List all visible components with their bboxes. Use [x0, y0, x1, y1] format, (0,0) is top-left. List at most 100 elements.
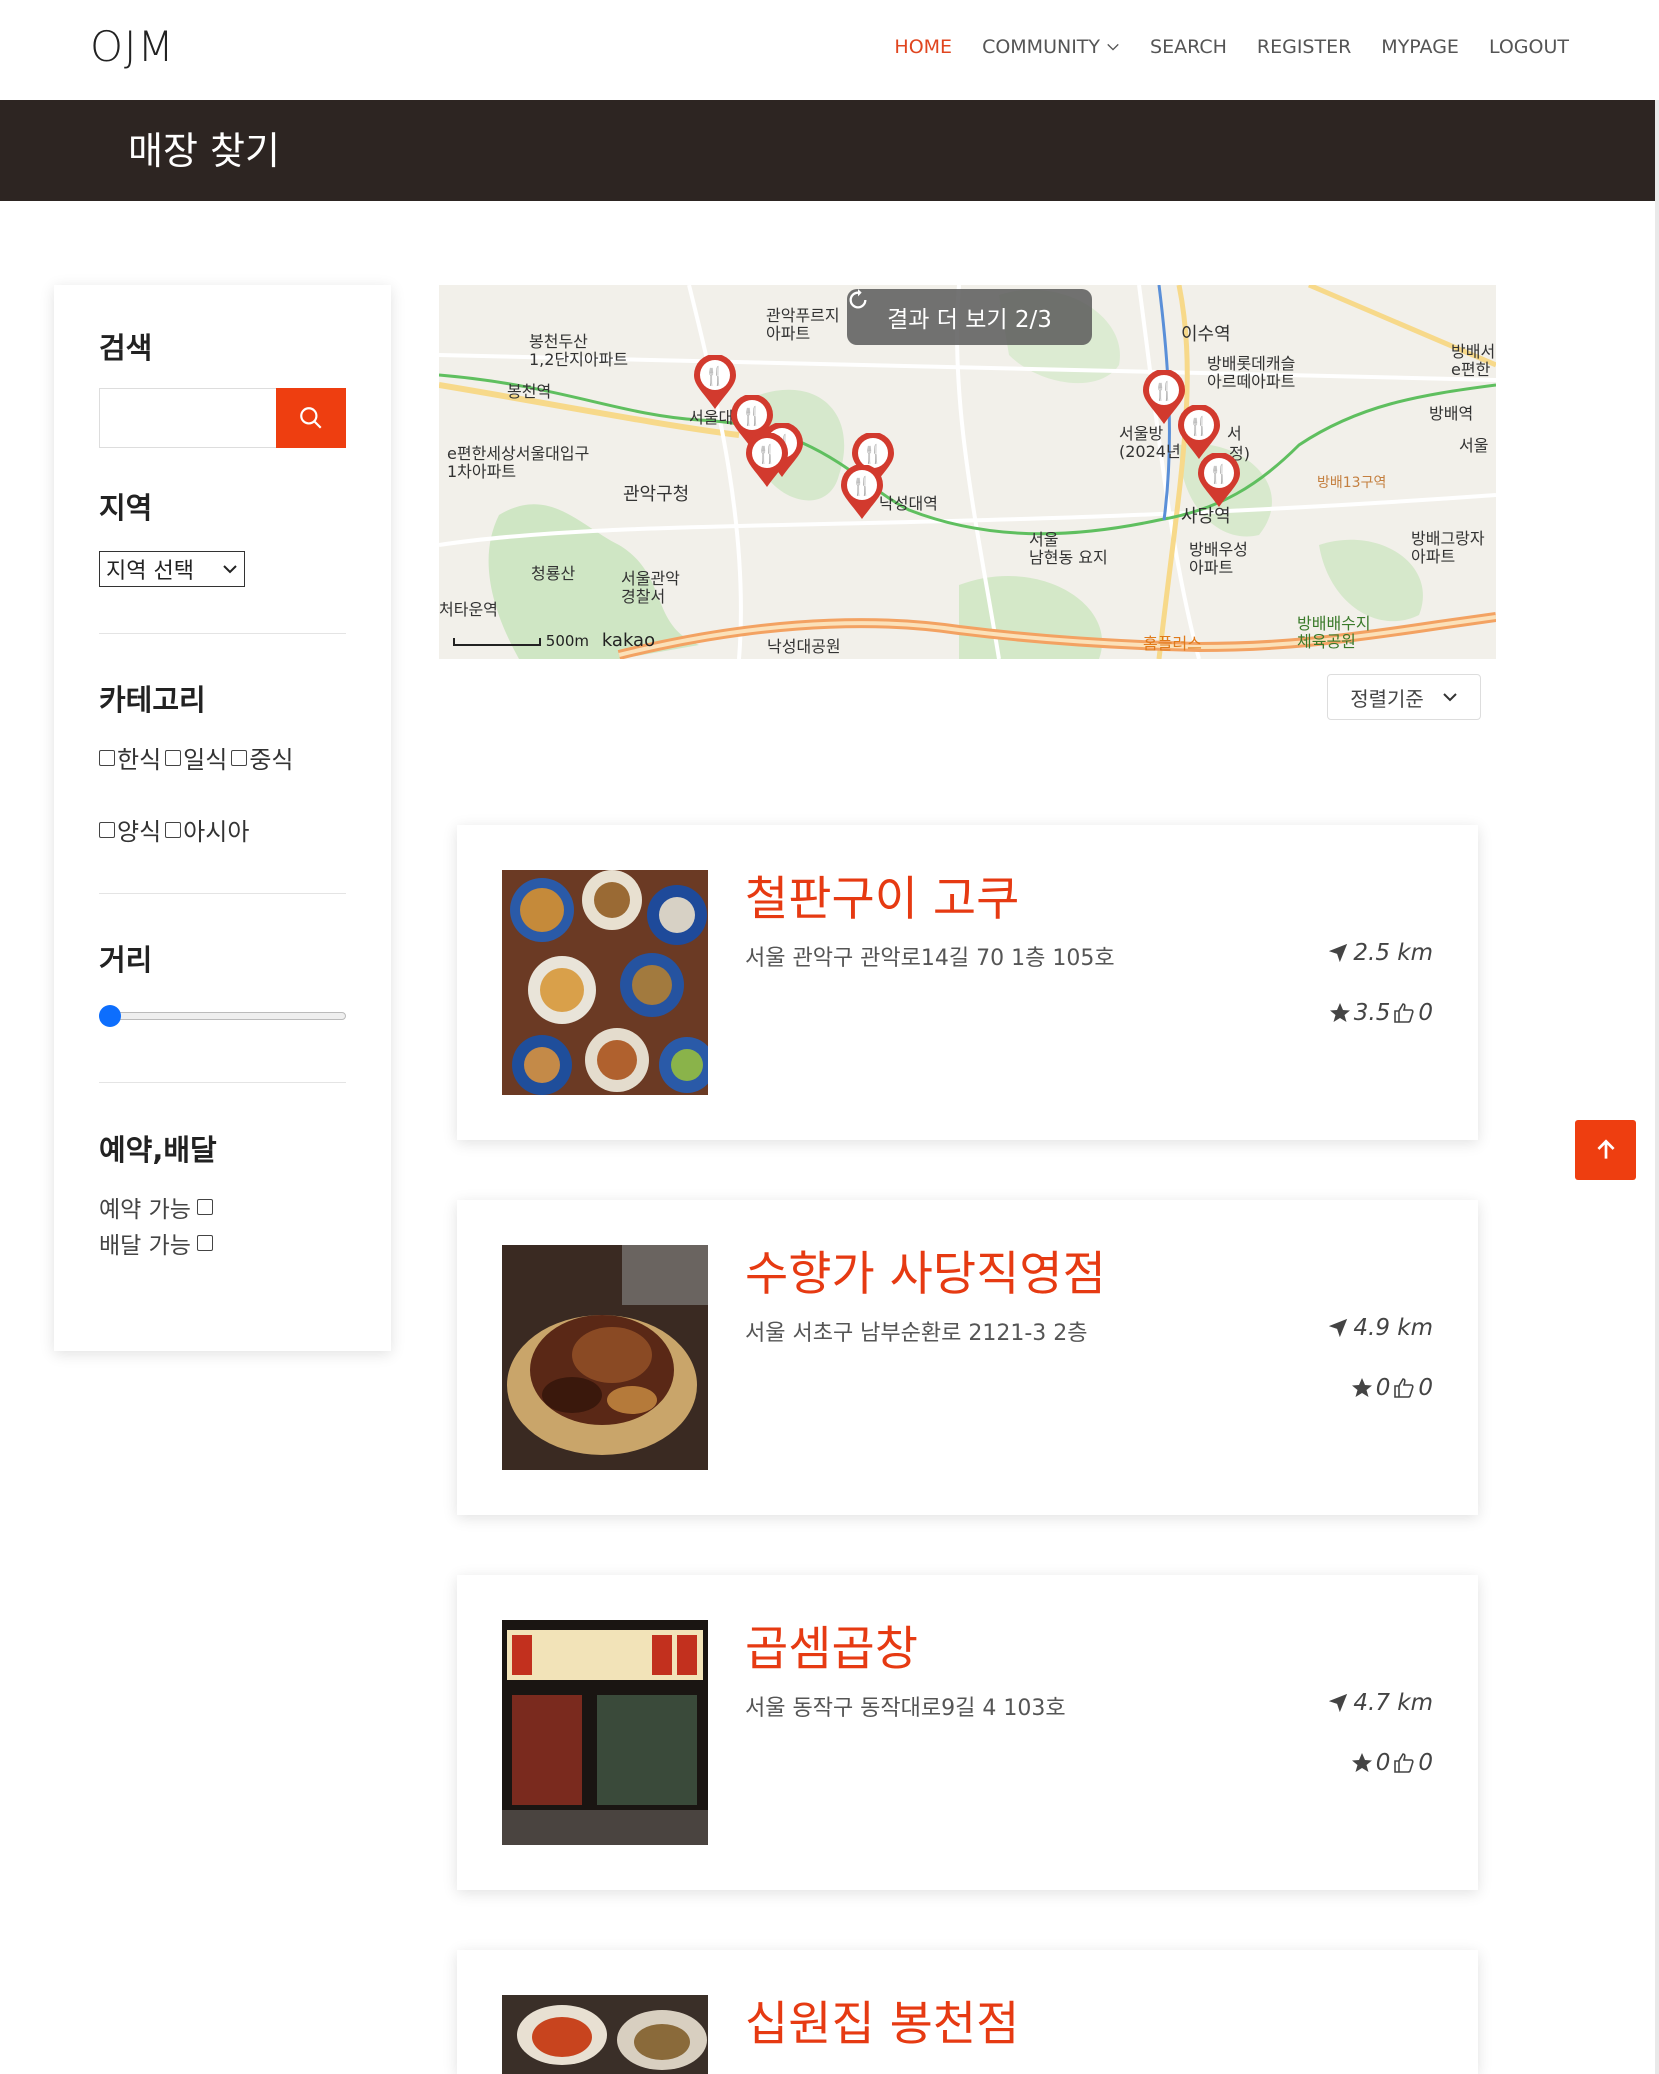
svg-text:🍴: 🍴	[851, 475, 873, 497]
map-label: 방배롯데캐슬 아르떼아파트	[1207, 354, 1296, 392]
chevron-down-icon	[1443, 693, 1457, 702]
nav-logout-link[interactable]: LOGOUT	[1489, 36, 1569, 58]
sort-label: 정렬기준	[1350, 686, 1424, 711]
nav-mypage-link[interactable]: MYPAGE	[1381, 36, 1459, 58]
store-map[interactable]: 봉천두산 1,2단지아파트 봉천역 관악푸르지 아파트 e편한세상서울대입구 1차아파…	[439, 285, 1496, 659]
nav-links: HOME COMMUNITY SEARCH REGISTER MYPAGE LO…	[894, 36, 1569, 58]
star-icon	[1329, 1003, 1350, 1022]
category-japanese[interactable]: 일식	[165, 740, 227, 775]
map-label: 방배그랑자 아파트	[1411, 529, 1485, 567]
restaurant-marker-icon[interactable]: 🍴	[839, 465, 885, 521]
store-name[interactable]: 십원집 봉천점	[745, 1985, 1019, 2054]
store-photo-image	[502, 1245, 708, 1470]
store-card[interactable]: 십원집 봉천점	[457, 1950, 1478, 2074]
thumbs-up-icon[interactable]	[1392, 1751, 1416, 1775]
nav-logout-label: LOGOUT	[1488, 36, 1569, 58]
option-delivery[interactable]: 배달 가능	[99, 1226, 215, 1260]
category-checkbox[interactable]	[165, 749, 182, 766]
site-logo[interactable]: OJM	[90, 22, 175, 71]
scale-label: 500m	[545, 632, 590, 650]
map-label: 봉천역	[507, 382, 552, 401]
slider-track	[99, 1012, 346, 1020]
restaurant-marker-icon[interactable]: 🍴	[744, 433, 790, 489]
store-rating: 3.5 0	[1328, 1000, 1433, 1026]
map-label: 서울 남현동 요지	[1029, 530, 1108, 568]
chevron-down-icon	[1107, 43, 1119, 51]
load-more-label: 결과 더 보기 2/3	[887, 307, 1052, 333]
nav-community-link[interactable]: COMMUNITY	[982, 36, 1120, 58]
reserve-checkbox[interactable]	[196, 1199, 213, 1215]
thumbs-up-icon[interactable]	[1392, 1001, 1416, 1025]
distance-slider[interactable]	[99, 1005, 346, 1027]
store-rating: 0 0	[1350, 1750, 1433, 1776]
map-label: 방배우성 아파트	[1189, 540, 1248, 578]
refresh-icon	[849, 289, 867, 309]
map-label: 낙성대역	[879, 494, 938, 513]
store-photo[interactable]	[502, 1245, 708, 1470]
slider-thumb[interactable]	[99, 1005, 121, 1027]
store-card[interactable]: 수향가 사당직영점 서울 서초구 남부순환로 2121-3 2층 4.9 km …	[457, 1200, 1478, 1515]
divider	[99, 893, 346, 894]
category-label: 아시아	[183, 818, 250, 846]
category-label: 일식	[183, 746, 228, 774]
distance-section-title: 거리	[99, 943, 153, 977]
map-label: 방배13구역	[1317, 475, 1387, 491]
map-label: e편한세상서울대입구 1차아파트	[447, 444, 590, 482]
store-card[interactable]: 곱셈곱창 서울 동작구 동작대로9길 4 103호 4.7 km 0 0	[457, 1575, 1478, 1890]
category-checkbox[interactable]	[231, 749, 248, 766]
search-input[interactable]	[99, 388, 276, 448]
page-title: 매장 찾기	[128, 129, 280, 173]
store-name[interactable]: 곱셈곱창	[745, 1610, 918, 1679]
restaurant-marker-icon[interactable]: 🍴	[1196, 453, 1242, 509]
distance-value: 2.5 km	[1353, 940, 1433, 966]
category-checkbox[interactable]	[165, 821, 182, 838]
search-button[interactable]	[276, 388, 346, 448]
search-box	[99, 388, 346, 448]
thumbs-up-icon[interactable]	[1392, 1376, 1416, 1400]
category-chinese[interactable]: 중식	[231, 740, 294, 775]
map-label: 청룡산	[531, 564, 576, 583]
arrow-up-icon	[1596, 1139, 1615, 1159]
option-delivery-label: 배달 가능	[99, 1233, 191, 1259]
svg-text:🍴: 🍴	[1188, 415, 1210, 437]
category-checkbox[interactable]	[99, 821, 115, 838]
map-label: 처타운역	[439, 600, 498, 619]
distance-value: 4.7 km	[1353, 1690, 1433, 1716]
load-more-results-button[interactable]: 결과 더 보기 2/3	[847, 289, 1092, 345]
star-icon	[1351, 1378, 1372, 1397]
category-western[interactable]: 양식	[99, 812, 161, 847]
category-checkbox[interactable]	[99, 749, 115, 766]
delivery-checkbox[interactable]	[196, 1235, 213, 1251]
option-reserve[interactable]: 예약 가능	[99, 1190, 215, 1224]
location-arrow-icon	[1329, 1693, 1348, 1713]
sort-dropdown[interactable]: 정렬기준	[1327, 674, 1481, 720]
top-navbar: OJM HOME COMMUNITY SEARCH REGISTER MYPAG…	[0, 0, 1659, 100]
nav-register-link[interactable]: REGISTER	[1257, 36, 1351, 58]
region-select[interactable]: 지역 선택	[99, 551, 245, 587]
category-row-2: 양식 아시아	[99, 812, 249, 847]
location-arrow-icon	[1329, 943, 1348, 963]
store-name[interactable]: 철판구이 고쿠	[745, 860, 1019, 929]
scroll-to-top-button[interactable]	[1575, 1120, 1636, 1180]
nav-home-link[interactable]: HOME	[894, 36, 952, 58]
store-card[interactable]: 철판구이 고쿠 서울 관악구 관악로14길 70 1층 105호 2.5 km …	[457, 825, 1478, 1140]
map-label: 방배서 e편한	[1451, 342, 1496, 380]
store-rating: 0 0	[1350, 1375, 1433, 1401]
category-asian[interactable]: 아시아	[165, 812, 249, 847]
nav-community-label: COMMUNITY	[982, 36, 1101, 58]
likes-value: 0	[1418, 1375, 1433, 1401]
map-brand-logo: kakao	[601, 630, 656, 651]
store-address: 서울 관악구 관악로14길 70 1층 105호	[745, 946, 1115, 971]
store-distance: 4.9 km	[1327, 1315, 1433, 1341]
category-korean[interactable]: 한식	[99, 740, 161, 775]
store-photo[interactable]	[502, 1620, 708, 1845]
map-label: 방배역	[1429, 404, 1474, 423]
map-label: 서	[1227, 424, 1242, 443]
store-photo[interactable]	[502, 870, 708, 1095]
map-label: 사당역	[1181, 506, 1231, 527]
search-icon	[300, 407, 322, 429]
nav-search-label: SEARCH	[1150, 36, 1227, 58]
store-name[interactable]: 수향가 사당직영점	[745, 1235, 1106, 1304]
store-photo[interactable]	[502, 1995, 708, 2074]
nav-search-link[interactable]: SEARCH	[1150, 36, 1227, 58]
